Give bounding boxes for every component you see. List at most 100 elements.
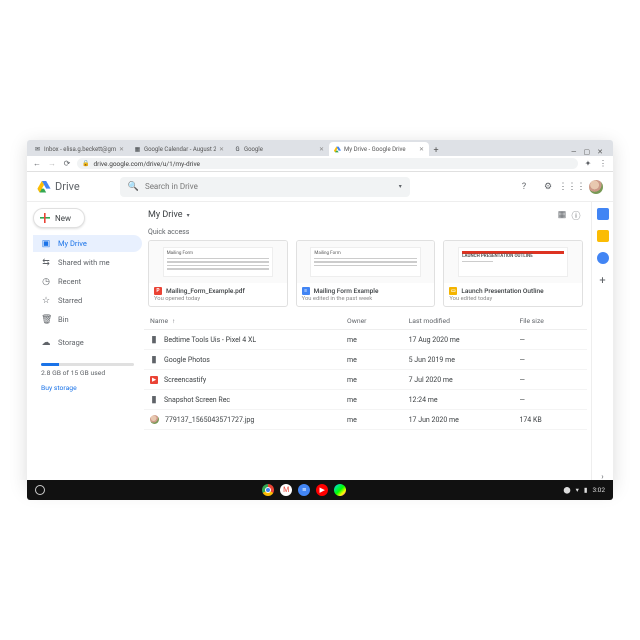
file-row[interactable]: ▮Google Photos me 5 Jun 2019 me —: [144, 350, 587, 370]
browser-tab-google[interactable]: G Google ✕: [229, 142, 329, 156]
info-icon[interactable]: ⓘ: [569, 209, 583, 222]
sidebar-item-bin[interactable]: 🗑 Bin: [33, 311, 142, 328]
sidebar-item-storage[interactable]: ☁ Storage: [33, 334, 142, 351]
chrome-app-icon[interactable]: [262, 484, 274, 496]
youtube-app-icon[interactable]: ▶: [316, 484, 328, 496]
column-modified[interactable]: Last modified: [409, 317, 520, 325]
sidebar-item-my-drive[interactable]: ▣ My Drive: [33, 235, 142, 252]
folder-icon: ▮: [150, 356, 158, 364]
close-icon[interactable]: ✕: [119, 146, 124, 153]
maximize-icon[interactable]: ▢: [584, 148, 591, 156]
my-drive-icon: ▣: [41, 239, 51, 249]
grid-view-icon[interactable]: ▦: [555, 210, 569, 220]
tasks-addon-icon[interactable]: [597, 252, 609, 264]
browser-tab-calendar[interactable]: ▦ Google Calendar - August 2020 ✕: [129, 142, 229, 156]
file-name: Bedtime Tools Uis - Pixel 4 XL: [164, 336, 256, 344]
drive-triangle-icon: [37, 181, 51, 193]
sort-asc-icon: ↑: [172, 318, 175, 325]
file-size: —: [519, 356, 581, 364]
calendar-addon-icon[interactable]: [597, 208, 609, 220]
folder-icon: ▮: [150, 396, 158, 404]
address-bar[interactable]: 🔒 drive.google.com/drive/u/1/my-drive: [77, 158, 578, 169]
screencastify-icon: ▶: [150, 376, 158, 384]
sidebar-item-starred[interactable]: ☆ Starred: [33, 292, 142, 309]
drive-logo[interactable]: Drive: [37, 180, 80, 193]
folder-icon: ▮: [150, 336, 158, 344]
column-name[interactable]: Name↑: [150, 317, 347, 325]
file-modified: 5 Jun 2019 me: [409, 356, 520, 364]
battery-icon: ▮: [584, 486, 588, 494]
lock-icon: 🔒: [82, 160, 89, 167]
sidebar-item-recent[interactable]: ◷ Recent: [33, 273, 142, 290]
shared-icon: ⇆: [41, 258, 51, 268]
new-button[interactable]: New: [33, 208, 85, 228]
keep-addon-icon[interactable]: [597, 230, 609, 242]
drive-wordmark: Drive: [55, 180, 80, 193]
close-icon[interactable]: ✕: [419, 146, 424, 153]
gmail-app-icon[interactable]: M: [280, 484, 292, 496]
breadcrumb[interactable]: My Drive ▾: [148, 210, 190, 220]
sidebar-item-label: Starred: [58, 296, 82, 305]
drive-icon: [334, 146, 341, 153]
browser-tab-drive[interactable]: My Drive - Google Drive ✕: [329, 142, 429, 156]
sidebar-item-label: Shared with me: [58, 258, 110, 267]
column-size[interactable]: File size: [519, 317, 581, 325]
column-owner[interactable]: Owner: [347, 317, 409, 325]
back-icon[interactable]: ←: [32, 159, 42, 168]
chromeos-shelf: M ≡ ▶ ⬤ ▾ ▮ 3:02: [27, 480, 613, 500]
add-addon-icon[interactable]: +: [599, 274, 605, 287]
docs-app-icon[interactable]: ≡: [298, 484, 310, 496]
gdoc-icon: ≡: [302, 287, 310, 295]
file-owner: me: [347, 396, 409, 404]
file-row[interactable]: ▮Bedtime Tools Uis - Pixel 4 XL me 17 Au…: [144, 330, 587, 350]
reload-icon[interactable]: ⟳: [62, 159, 72, 168]
quick-access-card[interactable]: LAUNCH PRESENTATION OUTLINE ▭Launch Pres…: [443, 240, 583, 307]
forward-icon[interactable]: →: [47, 159, 57, 168]
file-row[interactable]: ▶Screencastify me 7 Jul 2020 me —: [144, 370, 587, 390]
gear-icon[interactable]: ⚙: [541, 180, 555, 194]
status-tray[interactable]: ⬤ ▾ ▮ 3:02: [563, 486, 605, 494]
card-subtitle: You opened today: [154, 296, 282, 302]
launcher-icon[interactable]: [35, 485, 45, 495]
file-name: Snapshot Screen Rec: [164, 396, 230, 404]
extensions-icon[interactable]: ✦: [583, 159, 593, 168]
file-owner: me: [347, 416, 409, 424]
minimize-icon[interactable]: —: [571, 148, 576, 156]
file-row[interactable]: 779137_1565043571727.jpg me 17 Jun 2020 …: [144, 410, 587, 430]
tab-title: Inbox - elisa.g.beckett@gmail.c: [44, 146, 116, 153]
tab-title: Google: [244, 146, 316, 153]
storage-icon: ☁: [41, 338, 51, 348]
trash-icon: 🗑: [41, 315, 51, 325]
drive-header: Drive 🔍 Search in Drive ▾ ? ⚙ ⋮⋮⋮: [27, 172, 613, 202]
sidebar-item-label: Storage: [58, 338, 84, 347]
file-name: 779137_1565043571727.jpg: [165, 416, 254, 424]
close-icon[interactable]: ✕: [219, 146, 224, 153]
breadcrumb-label: My Drive: [148, 210, 183, 220]
menu-icon[interactable]: ⋮: [598, 159, 608, 168]
gmail-icon: ✉: [34, 146, 41, 153]
file-row[interactable]: ▮Snapshot Screen Rec me 12:24 me —: [144, 390, 587, 410]
card-title: Mailing Form Example: [314, 287, 379, 295]
storage-meter: 2.8 GB of 15 GB used: [33, 359, 142, 377]
sidebar-item-label: Bin: [58, 315, 69, 324]
new-tab-button[interactable]: +: [429, 146, 443, 156]
quick-access-row: Mailing Form PMailing_Form_Example.pdf Y…: [144, 240, 587, 313]
playstore-app-icon[interactable]: [334, 484, 346, 496]
pdf-icon: P: [154, 287, 162, 295]
buy-storage-link[interactable]: Buy storage: [33, 379, 142, 397]
quick-access-card[interactable]: Mailing Form ≡Mailing Form Example You e…: [296, 240, 436, 307]
close-window-icon[interactable]: ✕: [597, 148, 603, 156]
account-avatar[interactable]: [589, 180, 603, 194]
quick-access-card[interactable]: Mailing Form PMailing_Form_Example.pdf Y…: [148, 240, 288, 307]
search-options-icon[interactable]: ▾: [399, 183, 402, 190]
apps-grid-icon[interactable]: ⋮⋮⋮: [565, 180, 579, 194]
notification-icon: ⬤: [563, 486, 570, 494]
sidebar-item-shared[interactable]: ⇆ Shared with me: [33, 254, 142, 271]
file-name: Screencastify: [164, 376, 206, 384]
close-icon[interactable]: ✕: [319, 146, 324, 153]
help-icon[interactable]: ?: [517, 180, 531, 194]
search-input[interactable]: 🔍 Search in Drive ▾: [120, 177, 410, 197]
browser-tab-gmail[interactable]: ✉ Inbox - elisa.g.beckett@gmail.c ✕: [29, 142, 129, 156]
sidebar: New ▣ My Drive ⇆ Shared with me ◷ Recent…: [27, 202, 142, 487]
new-button-label: New: [55, 214, 71, 223]
